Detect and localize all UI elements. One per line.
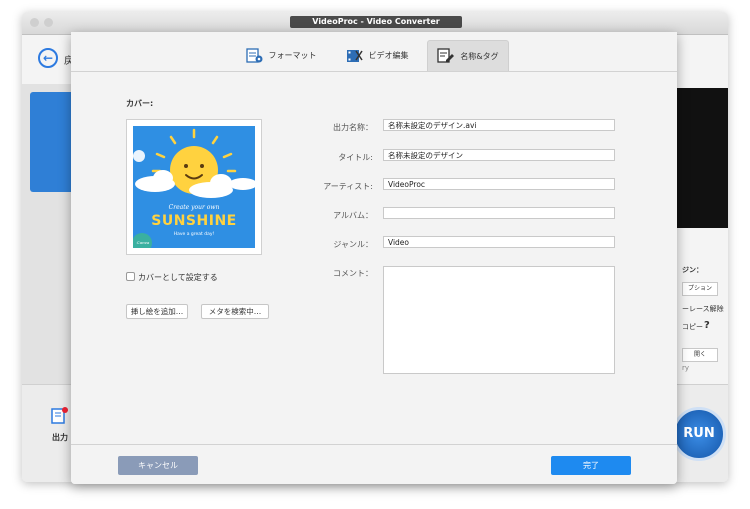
cover-heading: カバー: (126, 99, 154, 108)
cover-tagline: Create your own (168, 204, 220, 211)
tab-name-tag-label: 名称&タグ (460, 51, 499, 61)
help-icon[interactable]: ? (704, 320, 710, 331)
tab-format-label: フォーマット (268, 51, 317, 60)
open-folder-button[interactable]: 開く (682, 348, 718, 362)
app-title: VideoProc - Video Converter (290, 16, 462, 28)
name-tag-icon (437, 48, 455, 64)
genre-label: ジャンル： (333, 240, 373, 249)
tab-format[interactable]: フォーマット (239, 40, 323, 71)
output-icon[interactable] (50, 406, 70, 426)
tab-video-edit-label: ビデオ編集 (368, 51, 409, 60)
folder-path-text: ry (682, 364, 690, 372)
set-cover-label[interactable]: カバーとして設定する (138, 272, 218, 283)
back-arrow-icon[interactable]: ← (38, 48, 58, 68)
set-cover-checkbox[interactable] (126, 272, 135, 281)
cover-title: SUNSHINE (151, 213, 237, 229)
tab-name-tag[interactable]: 名称&タグ (427, 40, 509, 71)
preview-pane (674, 88, 728, 228)
cover-image-frame[interactable]: Create your own SUNSHINE Have a great da… (126, 119, 262, 255)
artist-label: アーティスト: (323, 182, 373, 191)
option-button[interactable]: プション (682, 282, 718, 296)
minimize-window-button[interactable] (44, 18, 53, 27)
copy-option[interactable]: コピー (682, 322, 703, 332)
output-name-field[interactable]: 名称未設定のデザイン.avi (383, 119, 615, 131)
output-label: 出力 (52, 433, 68, 442)
format-icon (245, 47, 264, 64)
name-tag-sheet: フォーマット ビデオ編集 名称&タグ カバー: Create your own … (71, 32, 677, 484)
tab-bar: フォーマット ビデオ編集 名称&タグ (71, 32, 677, 72)
run-button[interactable]: RUN (672, 407, 726, 461)
artist-field[interactable]: VideoProc (383, 178, 615, 190)
comment-label: コメント： (333, 269, 373, 278)
canva-logo: Canva (136, 240, 150, 245)
cover-image: Create your own SUNSHINE Have a great da… (133, 126, 255, 248)
cancel-button[interactable]: キャンセル (118, 456, 198, 475)
search-meta-button[interactable]: メタを検索中… (201, 304, 269, 319)
sunshine-illustration (133, 128, 255, 248)
done-button[interactable]: 完了 (551, 456, 631, 475)
comment-textarea[interactable] (383, 266, 615, 374)
add-image-button[interactable]: 挿し絵を追加… (126, 304, 188, 319)
video-thumbnail[interactable] (30, 92, 74, 192)
cover-subtitle: Have a great day! (173, 232, 215, 237)
output-name-label: 出力名称： (333, 123, 373, 132)
title-label: タイトル: (338, 153, 373, 162)
tab-video-edit[interactable]: ビデオ編集 (341, 40, 413, 71)
genre-field[interactable]: Video (383, 236, 615, 248)
close-window-button[interactable] (30, 18, 39, 27)
side-section-title: ジン： (682, 266, 703, 274)
title-field[interactable]: 名称未設定のデザイン (383, 149, 615, 161)
album-label: アルバム： (333, 211, 373, 220)
album-field[interactable] (383, 207, 615, 219)
deinterlace-option[interactable]: ーレース解除 (682, 304, 724, 314)
video-edit-icon (346, 48, 364, 64)
